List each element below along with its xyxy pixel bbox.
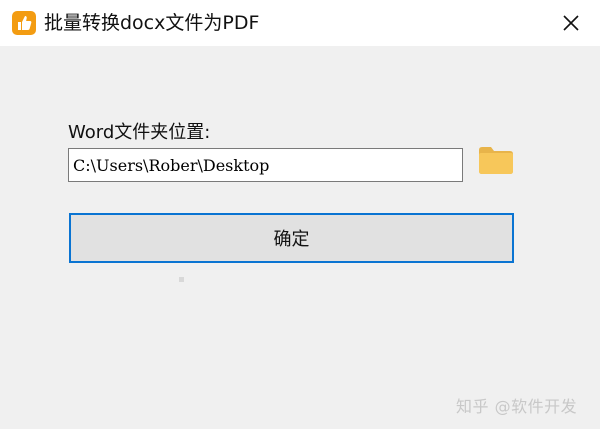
window-title: 批量转换docx文件为PDF (44, 12, 260, 34)
browse-folder-button[interactable] (476, 143, 516, 177)
confirm-button-label: 确定 (273, 229, 310, 250)
confirm-button[interactable]: 确定 (69, 213, 514, 263)
folder-icon (476, 147, 516, 181)
close-button[interactable] (554, 7, 588, 39)
stray-pixel (179, 277, 184, 282)
thumbs-up-icon (12, 11, 36, 35)
app-window: 批量转换docx文件为PDF Word文件夹位置: 确定 知乎 @软件开发 (0, 0, 600, 429)
watermark: 知乎 @软件开发 (456, 397, 578, 416)
folder-location-label: Word文件夹位置: (68, 122, 211, 143)
close-icon (554, 13, 588, 33)
folder-path-input[interactable] (68, 148, 463, 182)
title-bar[interactable]: 批量转换docx文件为PDF (0, 0, 600, 46)
